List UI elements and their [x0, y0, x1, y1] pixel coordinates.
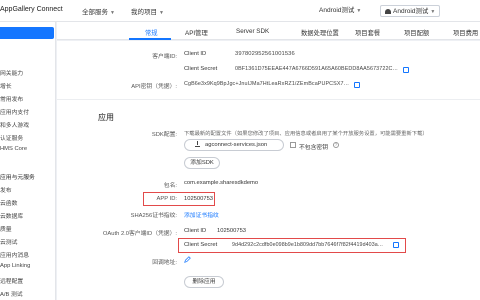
- app-section-title: 应用: [98, 113, 114, 122]
- sidebar-item[interactable]: 应用内支付: [0, 107, 29, 116]
- chevron-down-icon: ▼: [356, 8, 362, 14]
- top-bar: AppGallery Connect 全部服务 ▼ 我的项目 ▼ Android测试…: [0, 0, 480, 22]
- sidebar-item[interactable]: 应用内消息: [0, 250, 29, 259]
- android-icon: [385, 8, 391, 14]
- edit-pencil-icon[interactable]: [184, 256, 191, 263]
- app-id-label: APP ID:: [156, 196, 177, 202]
- tab-general[interactable]: 常规: [145, 28, 158, 37]
- sidebar-item[interactable]: 云测试: [0, 237, 17, 246]
- sidebar-active-indicator: [0, 27, 54, 39]
- oauth-secret-key: Client Secret: [184, 242, 218, 248]
- sidebar-item[interactable]: 质量: [0, 224, 12, 233]
- main-content: 客户端ID: Client ID 397802952561001536 Clie…: [57, 41, 480, 300]
- tab-bar: 常规 API管理 Server SDK 数据处理位置 项目套餐 项目配额 项目费…: [57, 22, 480, 40]
- section-divider: [57, 99, 480, 100]
- sidebar-item[interactable]: 网关能力: [0, 68, 23, 77]
- exclude-secret-checkbox[interactable]: [290, 142, 296, 148]
- client-id-value: 397802952561001536: [235, 51, 295, 57]
- help-icon[interactable]: ?: [333, 142, 339, 148]
- sidebar-item[interactable]: App Linking: [0, 263, 30, 269]
- tab-project-cost[interactable]: 项目费用: [453, 28, 478, 37]
- sidebar-item[interactable]: 认证服务: [0, 133, 23, 142]
- sdk-config-label: SDK配置:: [151, 132, 177, 138]
- package-name-label: 包名:: [163, 183, 177, 189]
- brand-title: AppGallery Connect: [0, 6, 63, 13]
- sdk-help-text: 下载最新的配置文件（如果您修改了项目、应用信息或者启用了某个开放服务设置，可能需…: [184, 131, 428, 137]
- active-tab-underline: [129, 38, 171, 40]
- sidebar-item[interactable]: 云数据库: [0, 211, 23, 220]
- add-sdk-button[interactable]: 添加SDK: [184, 157, 220, 169]
- tab-api-management[interactable]: API管理: [185, 28, 208, 37]
- chevron-down-icon: ▼: [430, 9, 436, 15]
- oauth-secret-value: 9d4d292c2cdfb0e098b9e1b809dd7bb7646f7f82…: [232, 242, 384, 248]
- sidebar-item[interactable]: 和多人游戏: [0, 120, 29, 129]
- sidebar-item[interactable]: 增长: [0, 81, 12, 90]
- sidebar-item[interactable]: 远程配置: [0, 276, 23, 285]
- client-secret-key: Client Secret: [184, 66, 218, 72]
- sidebar-item[interactable]: HMS Core: [0, 146, 27, 152]
- client-id-label: 客户端ID:: [152, 54, 177, 60]
- sidebar: 网关能力 增长 常用发布 应用内支付 和多人游戏 认证服务 HMS Core 应…: [0, 22, 56, 300]
- tab-data-location[interactable]: 数据处理位置: [301, 28, 339, 37]
- package-name-value: com.example.sharesdkdemo: [184, 180, 259, 186]
- client-id-key: Client ID: [184, 51, 207, 57]
- oauth-client-id-value: 102500753: [217, 228, 247, 234]
- exclude-secret-label: 不包含密钥: [299, 145, 328, 151]
- tab-project-package[interactable]: 项目套餐: [355, 28, 380, 37]
- app-select[interactable]: Android测试 ▼: [380, 5, 441, 17]
- api-key-label: API密钥（凭据）:: [131, 84, 177, 90]
- download-icon: [195, 140, 200, 147]
- client-secret-value: 0BF1361D75EEAE447A6766D591A65A60BEDD8AA5…: [235, 66, 399, 72]
- sidebar-item[interactable]: 常用发布: [0, 94, 23, 103]
- sidebar-item[interactable]: 应用与元服务: [0, 172, 35, 181]
- tab-project-quota[interactable]: 项目配额: [404, 28, 429, 37]
- delete-app-button[interactable]: 删除应用: [184, 276, 224, 288]
- callback-url-label: 回调地址:: [152, 260, 177, 266]
- nav-all-services[interactable]: 全部服务 ▼: [82, 6, 115, 16]
- config-download-button[interactable]: agconnect-services.json: [184, 139, 284, 151]
- copy-icon[interactable]: [393, 242, 399, 248]
- app-id-value: 102500753: [184, 196, 214, 202]
- sidebar-item[interactable]: 发布: [0, 185, 12, 194]
- copy-icon[interactable]: [403, 67, 409, 73]
- nav-my-projects[interactable]: 我的项目 ▼: [131, 6, 164, 16]
- sidebar-item[interactable]: 云函数: [0, 198, 17, 207]
- sidebar-item[interactable]: A/B 测试: [0, 289, 23, 298]
- tab-server-sdk[interactable]: Server SDK: [236, 28, 269, 35]
- oauth-client-id-key: Client ID: [184, 228, 207, 234]
- chevron-down-icon: ▼: [159, 10, 164, 16]
- add-fingerprint-link[interactable]: 添加证书指纹: [184, 210, 219, 219]
- project-select[interactable]: Android测试 ▼: [319, 5, 361, 17]
- oauth-label: OAuth 2.0客户端ID（凭据）:: [102, 231, 177, 237]
- sha256-label: SHA256证书指纹:: [130, 213, 177, 219]
- chevron-down-icon: ▼: [110, 10, 115, 16]
- copy-icon[interactable]: [354, 82, 360, 88]
- api-key-value: CgB6e3x9Kq9BpJgc+JnuIJMa7HtLeaRxRZ1/ZEmB…: [184, 81, 350, 87]
